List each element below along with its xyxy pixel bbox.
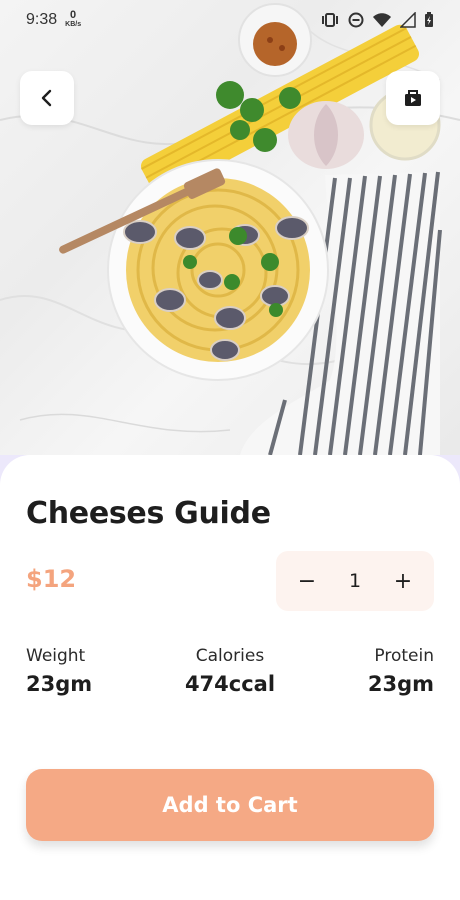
chevron-left-icon <box>41 89 52 107</box>
quantity-value: 1 <box>348 570 362 592</box>
wifi-icon <box>373 13 391 27</box>
add-to-cart-label: Add to Cart <box>162 793 298 817</box>
stat-calories: Calories 474ccal <box>185 646 275 696</box>
quantity-stepper: − 1 + <box>276 551 434 611</box>
shopping-bag-button[interactable] <box>386 71 440 125</box>
add-to-cart-button[interactable]: Add to Cart <box>26 769 434 841</box>
shopping-bag-icon <box>405 90 421 106</box>
pasta-dish-photo <box>0 3 460 456</box>
stat-weight: Weight 23gm <box>26 646 92 696</box>
back-button[interactable] <box>20 71 74 125</box>
network-speed-unit: KB/s <box>65 21 82 28</box>
stat-label: Weight <box>26 646 86 666</box>
product-price: $12 <box>26 565 77 593</box>
stat-protein: Protein 23gm <box>368 646 434 696</box>
hero-image <box>0 0 460 470</box>
stat-label: Calories <box>195 646 265 666</box>
network-speed-value: 0 <box>70 9 77 21</box>
increment-button[interactable]: + <box>390 568 416 594</box>
stat-value: 474ccal <box>184 672 276 696</box>
network-speed: 0 KB/s <box>65 9 82 29</box>
vibrate-icon <box>322 13 338 27</box>
nutrition-stats: Weight 23gm Calories 474ccal Protein 23g… <box>26 646 434 696</box>
stat-value: 23gm <box>367 672 434 696</box>
stat-value: 23gm <box>26 672 93 696</box>
status-time: 9:38 <box>26 11 58 28</box>
product-title: Cheeses Guide <box>26 496 271 531</box>
status-bar: 9:38 0 KB/s <box>0 0 460 40</box>
decrement-button[interactable]: − <box>294 568 320 594</box>
signal-icon <box>400 12 416 28</box>
do-not-disturb-icon <box>348 12 364 28</box>
stat-label: Protein <box>374 646 434 666</box>
battery-icon <box>425 12 433 27</box>
